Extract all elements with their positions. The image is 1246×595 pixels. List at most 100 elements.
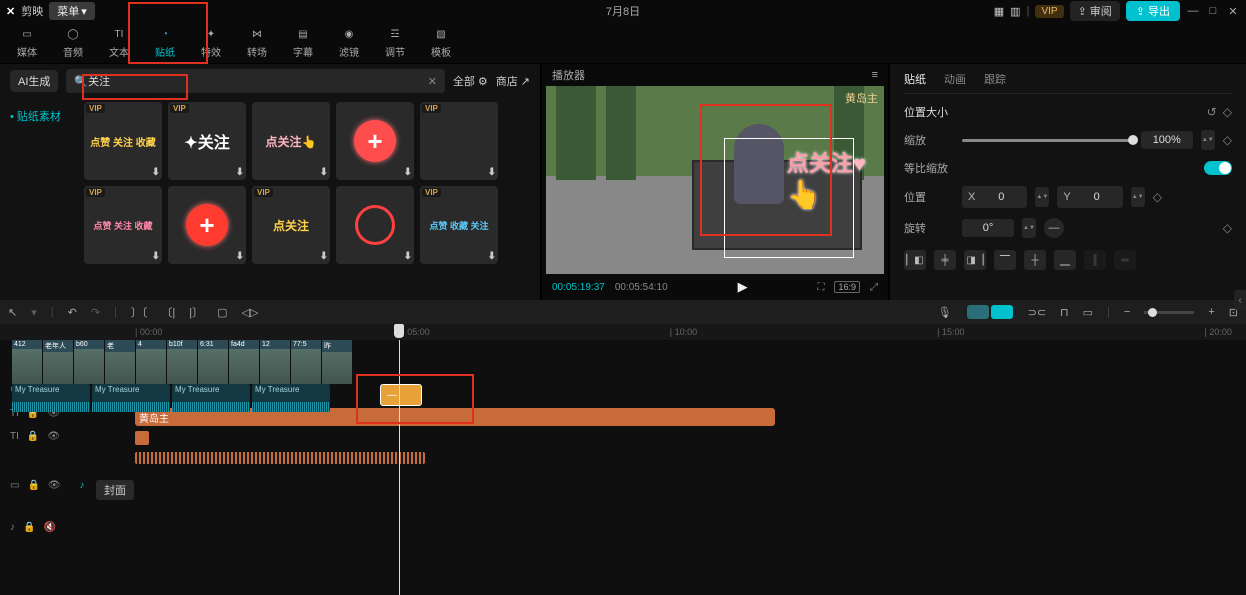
sticker-item[interactable]: VIP点关注⬇ <box>252 186 330 264</box>
rotate-dial[interactable]: — <box>1044 218 1064 238</box>
video-clip[interactable]: 12 <box>260 340 290 384</box>
search-box[interactable]: 🔍 ✕ <box>66 69 445 93</box>
fullscreen-icon[interactable]: ⤢ <box>870 282 878 293</box>
overlay-sticker[interactable]: 点关注♥👆 <box>787 146 866 211</box>
reset-icon[interactable]: ↺ <box>1207 105 1217 119</box>
mirror-button[interactable]: ◁▷ <box>242 306 259 319</box>
audio-clip[interactable]: My Treasure <box>12 384 90 412</box>
keyframe-icon[interactable]: ◇ <box>1223 221 1232 235</box>
trim-right[interactable]: |〕 <box>189 304 203 320</box>
play-button[interactable]: ▶ <box>738 279 748 295</box>
scale-value[interactable] <box>1141 131 1193 149</box>
sticker-item[interactable]: ⬇ <box>336 186 414 264</box>
tab-sticker[interactable]: 贴纸 <box>904 71 926 87</box>
position-x[interactable]: X <box>962 186 1027 208</box>
scale-slider[interactable] <box>962 139 1133 142</box>
aspect-ratio[interactable]: 16:9 <box>834 281 860 293</box>
video-clip[interactable]: 4 <box>136 340 166 384</box>
clear-search-icon[interactable]: ✕ <box>428 75 437 88</box>
snap-modes[interactable] <box>966 305 1014 319</box>
cursor-tool[interactable]: ↖ <box>8 306 17 319</box>
category-item[interactable]: • 贴纸素材 <box>0 104 80 128</box>
nav-template[interactable]: ▧模板 <box>418 23 464 63</box>
timeline-ruler[interactable]: | 00:00 | 05:00 | 10:00 | 15:00 | 20:00 <box>0 324 1246 340</box>
audio-clip[interactable]: My Treasure <box>172 384 250 412</box>
align-center-h[interactable]: ╪ <box>934 250 956 270</box>
video-clip[interactable]: 老 <box>105 340 135 384</box>
video-clip[interactable]: 77:5 <box>291 340 321 384</box>
timeline[interactable]: ⊘🔒👁 — TI🔒👁 黄岛主 TI🔒👁 ▭🔒👁 ♪ 封面 412老年人b60老4… <box>0 340 1246 595</box>
link-icon[interactable]: ⊃⊂ <box>1028 306 1046 319</box>
ai-generate-button[interactable]: AI生成 <box>10 70 58 92</box>
trim-left[interactable]: 〔| <box>161 304 175 320</box>
collapse-right[interactable]: ‹ <box>1234 290 1246 310</box>
close-icon[interactable]: ✕ <box>1226 4 1240 18</box>
position-y[interactable]: Y <box>1057 186 1122 208</box>
sticker-item[interactable]: VIP点赞 关注 收藏⬇ <box>84 102 162 180</box>
panel-icon[interactable]: ▥ <box>1010 5 1020 18</box>
marker-track[interactable] <box>135 452 425 464</box>
undo-button[interactable]: ↶ <box>68 306 77 319</box>
sticker-item[interactable]: +⬇ <box>336 102 414 180</box>
nav-audio[interactable]: ◯音频 <box>50 23 96 63</box>
nav-transition[interactable]: ⋈转场 <box>234 23 280 63</box>
text-clip-small[interactable] <box>135 431 149 445</box>
align-bottom[interactable]: ⎽ <box>1054 250 1076 270</box>
y-spinner[interactable]: ▲▼ <box>1131 187 1145 207</box>
playhead[interactable] <box>399 340 400 595</box>
search-input[interactable] <box>88 75 428 87</box>
tab-tracking[interactable]: 跟踪 <box>984 71 1006 87</box>
share-button[interactable]: ⇪ 审阅 <box>1070 1 1120 21</box>
audio-clip[interactable]: My Treasure <box>252 384 330 412</box>
nav-caption[interactable]: ▤字幕 <box>280 23 326 63</box>
tab-animation[interactable]: 动画 <box>944 71 966 87</box>
rotate-value[interactable] <box>962 219 1014 237</box>
magnet-icon[interactable]: ⊓ <box>1060 306 1069 319</box>
video-track[interactable]: 412老年人b60老4b10f6:31fa4d1277:5昨 <box>12 340 1246 384</box>
align-left[interactable]: ▏◧ <box>904 250 926 270</box>
redo-button[interactable]: ↷ <box>91 306 100 319</box>
zoom-slider[interactable] <box>1144 311 1194 314</box>
keyframe-icon[interactable]: ◇ <box>1223 105 1232 119</box>
vip-badge[interactable]: VIP <box>1035 5 1063 18</box>
nav-text[interactable]: TI文本 <box>96 23 142 63</box>
rotate-spinner[interactable]: ▲▼ <box>1022 218 1036 238</box>
x-spinner[interactable]: ▲▼ <box>1035 187 1049 207</box>
keyframe-icon[interactable]: ◇ <box>1153 190 1162 204</box>
playhead-handle[interactable] <box>394 324 404 338</box>
video-clip[interactable]: b60 <box>74 340 104 384</box>
uniform-scale-toggle[interactable] <box>1204 161 1232 175</box>
nav-effect[interactable]: ✦特效 <box>188 23 234 63</box>
split-button[interactable]: 〕〔 <box>131 304 148 320</box>
nav-adjust[interactable]: ☲调节 <box>372 23 418 63</box>
nav-filter[interactable]: ◉滤镜 <box>326 23 372 63</box>
audio-clip[interactable]: My Treasure <box>92 384 170 412</box>
download-icon[interactable]: ⬇ <box>152 167 160 178</box>
export-button[interactable]: ⇪ 导出 <box>1126 1 1180 21</box>
sticker-item[interactable]: VIP✦关注⬇ <box>168 102 246 180</box>
snapshot-icon[interactable]: ⛶ <box>817 282 824 293</box>
align-center-v[interactable]: ┼ <box>1024 250 1046 270</box>
video-clip[interactable]: 6:31 <box>198 340 228 384</box>
sticker-item[interactable]: 点关注👆⬇ <box>252 102 330 180</box>
player-view[interactable]: 黄岛主 点关注♥👆 <box>546 86 884 274</box>
keyframe-icon[interactable]: ◇ <box>1223 133 1232 147</box>
mic-icon[interactable]: 🎙 <box>938 306 952 319</box>
shop-button[interactable]: 商店 ↗ <box>496 73 530 89</box>
video-clip[interactable]: 昨 <box>322 340 352 384</box>
scale-spinner[interactable]: ▲▼ <box>1201 130 1215 150</box>
video-clip[interactable]: 412 <box>12 340 42 384</box>
align-right[interactable]: ◨▕ <box>964 250 986 270</box>
sticker-clip[interactable]: — <box>380 384 422 406</box>
menu-button[interactable]: 菜单 ▾ <box>49 2 95 20</box>
zoom-in[interactable]: + <box>1208 306 1214 318</box>
nav-media[interactable]: ▭媒体 <box>4 23 50 63</box>
delete-button[interactable]: ▢ <box>217 306 227 319</box>
video-clip[interactable]: fa4d <box>229 340 259 384</box>
zoom-out[interactable]: − <box>1124 306 1130 318</box>
player-menu-icon[interactable]: ≡ <box>872 69 878 81</box>
preview-icon[interactable]: ▭ <box>1083 306 1093 319</box>
sticker-item[interactable]: VIP⬇ <box>420 102 498 180</box>
align-top[interactable]: ⎺ <box>994 250 1016 270</box>
cover-button[interactable]: 封面 <box>96 480 134 500</box>
